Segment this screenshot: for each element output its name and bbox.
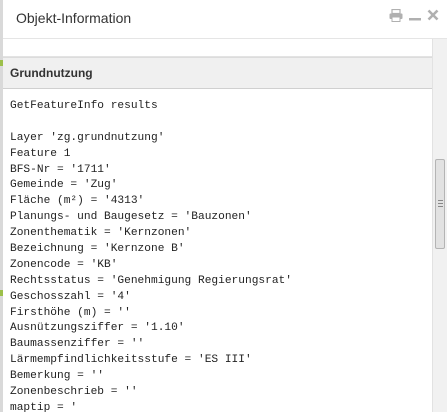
attribute-line: Gemeinde = 'Zug' [10, 179, 118, 192]
attribute-line: Bemerkung = '' [10, 370, 104, 383]
print-icon[interactable] [389, 8, 403, 27]
section-header[interactable]: Grundnutzung [3, 57, 433, 89]
scrollbar-thumb[interactable] [435, 159, 445, 249]
titlebar: Objekt-Information [3, 0, 447, 38]
vertical-scrollbar[interactable] [432, 39, 447, 412]
object-info-window: Objekt-Information Grundnutzung GetFeatu… [3, 0, 447, 412]
feature-line: Feature 1 [10, 147, 71, 160]
previous-section-end [3, 39, 433, 57]
attribute-line: Geschosszahl = '4' [10, 290, 131, 303]
titlebar-controls [389, 8, 439, 27]
attribute-line: Planungs- und Baugesetz = 'Bauzonen' [10, 211, 252, 224]
grip-line [438, 203, 443, 204]
attribute-line: Zonenthematik = 'Kernzonen' [10, 227, 192, 240]
attribute-line: BFS-Nr = '1711' [10, 163, 111, 176]
attribute-line: Bezeichnung = 'Kernzone B' [10, 243, 185, 256]
attribute-line: Rechtsstatus = 'Genehmigung Regierungsra… [10, 274, 292, 287]
grip-line [438, 200, 443, 201]
minimize-icon[interactable] [409, 9, 421, 27]
content-panel: Grundnutzung GetFeatureInfo results Laye… [3, 39, 433, 412]
close-icon[interactable] [427, 9, 439, 27]
attribute-line: Ausnützungsziffer = '1.10' [10, 322, 185, 335]
feature-info-results: GetFeatureInfo results Layer 'zg.grundnu… [3, 89, 433, 412]
attribute-line: maptip = ' [10, 401, 78, 412]
grip-line [438, 206, 443, 207]
layer-line: Layer 'zg.grundnutzung' [10, 131, 165, 144]
window-title: Objekt-Information [16, 10, 132, 26]
attribute-line: Firsthöhe (m) = '' [10, 306, 131, 319]
attribute-line: Baumassenziffer = '' [10, 338, 145, 351]
attribute-line: Fläche (m²) = '4313' [10, 195, 145, 208]
attribute-line: Lärmempfindlichkeitsstufe = 'ES III' [10, 354, 252, 367]
results-heading: GetFeatureInfo results [10, 100, 158, 112]
attribute-line: Zonencode = 'KB' [10, 258, 118, 271]
attribute-line: Zonenbeschrieb = '' [10, 386, 138, 399]
